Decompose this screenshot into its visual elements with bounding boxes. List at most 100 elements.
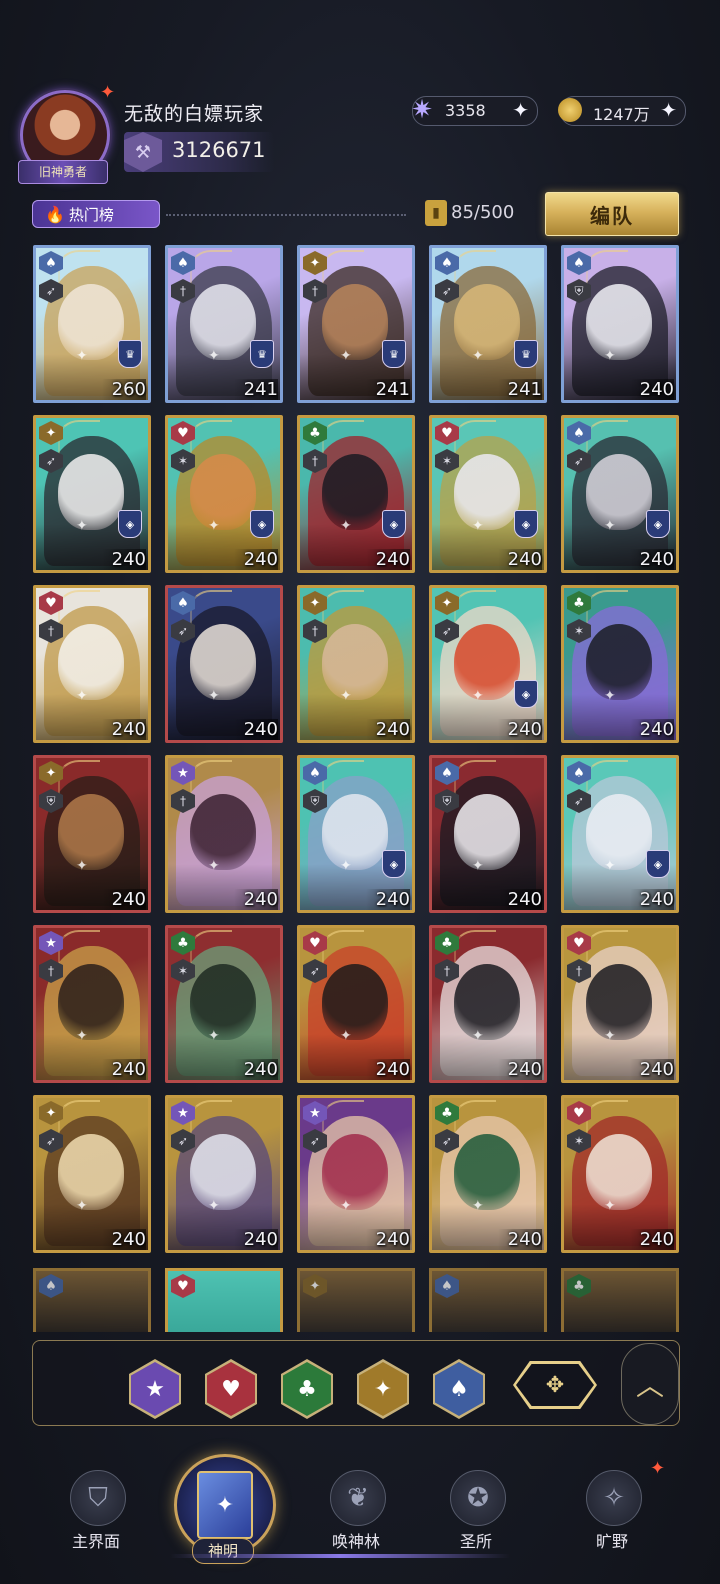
hero-card[interactable]: ✦ ♥ † 240 (33, 585, 151, 743)
sparkle-icon: ✦ (472, 858, 484, 874)
card-level: 240 (233, 549, 278, 570)
card-level: 240 (233, 1229, 278, 1250)
hero-card[interactable]: ✦ ★ ➶ 240 (297, 1095, 415, 1253)
hero-card[interactable]: ✦ ♠ ➶ ♛ 241 (429, 245, 547, 403)
hero-portrait (454, 454, 520, 530)
hero-card[interactable]: ✦ ★ † 240 (165, 755, 283, 913)
player-avatar[interactable]: 旧神勇者 ✦ (14, 82, 115, 186)
sparkle-icon: ✦ (208, 518, 220, 534)
hero-card[interactable]: ✦ ♣ ✶ 240 (165, 925, 283, 1083)
hero-card[interactable]: ✦ ♠ ⛨ ◈ 240 (297, 755, 415, 913)
hero-portrait (190, 454, 256, 530)
nav-wilderness[interactable]: ✧ 旷野 (552, 1464, 672, 1564)
hero-card[interactable]: ✦ ♠ ➶ ♛ 260 (33, 245, 151, 403)
hero-card-partial[interactable]: ✦ (297, 1268, 415, 1332)
add-crystal-button[interactable]: ✦ (512, 98, 529, 122)
sparkle-icon: ✦ (472, 1198, 484, 1214)
shield-rank-icon: ◈ (646, 510, 670, 538)
sunburst-ornament (454, 760, 496, 796)
team-formation-button[interactable]: 编队 (545, 192, 679, 236)
sparkle-icon: ✦ (76, 858, 88, 874)
hero-card-partial[interactable]: ♣ (561, 1268, 679, 1332)
hero-card[interactable]: ✦ ♠ ⛨ 240 (561, 245, 679, 403)
power-value: 3126671 (172, 138, 266, 162)
hero-card[interactable]: ✦ ★ ➶ 240 (165, 1095, 283, 1253)
add-gold-button[interactable]: ✦ (660, 98, 677, 122)
hero-card[interactable]: ✦ ♠ ➶ ◈ 240 (561, 415, 679, 573)
club-suit-icon: ♣ (567, 1274, 591, 1298)
sunburst-ornament (58, 250, 100, 286)
hero-card[interactable]: ✦ ♣ ➶ 240 (429, 1095, 547, 1253)
hero-card[interactable]: ✦ ♠ † ♛ 241 (165, 245, 283, 403)
card-level: 241 (233, 379, 278, 400)
sparkle-icon: ✦ (208, 1028, 220, 1044)
sparkle-icon: ✦ (76, 1028, 88, 1044)
diamond-suit-icon: ✦ (303, 1274, 327, 1298)
hero-card[interactable]: ✦ ♥ † 240 (561, 925, 679, 1083)
sparkle-icon: ✦ (472, 518, 484, 534)
hero-portrait (58, 1134, 124, 1210)
sparkle-icon: ✦ (76, 518, 88, 534)
hero-card[interactable]: ✦ ♥ ✶ ◈ 240 (165, 415, 283, 573)
sparkle-icon: ✦ (76, 1198, 88, 1214)
hero-card[interactable]: ✦ ♥ ✶ ◈ 240 (429, 415, 547, 573)
sparkle-icon: ✦ (340, 1198, 352, 1214)
notification-spark-icon: ✦ (650, 1458, 666, 1479)
sparkle-icon: ✦ (340, 518, 352, 534)
hero-card[interactable]: ✦ ✦ † ♛ 241 (297, 245, 415, 403)
sunburst-ornament (322, 590, 364, 626)
hero-card[interactable]: ✦ ✦ ➶ ◈ 240 (33, 415, 151, 573)
sparkle-icon: ✦ (604, 1028, 616, 1044)
hero-card[interactable]: ✦ ♠ ⛨ 240 (429, 755, 547, 913)
filter-all-button[interactable]: ✥ (513, 1361, 597, 1409)
collapse-toggle-button[interactable]: ︿ (621, 1343, 679, 1425)
sunburst-ornament (454, 420, 496, 456)
sparkle-icon: ✦ (472, 1028, 484, 1044)
main-emblem-icon: ⛉ (70, 1470, 126, 1526)
sparkle-icon: ✦ (340, 688, 352, 704)
hero-card[interactable]: ✦ ♣ ✶ 240 (561, 585, 679, 743)
crystal-value: 3358 (445, 101, 486, 120)
crystal-resource[interactable]: ✷ 3358 ✦ (411, 95, 538, 126)
nav-sanctuary[interactable]: ✪ 圣所 (416, 1464, 536, 1564)
sunburst-ornament (586, 250, 628, 286)
sunburst-ornament (190, 420, 232, 456)
hero-card[interactable]: ✦ ✦ ⛨ 240 (33, 755, 151, 913)
hero-card[interactable]: ✦ ♠ ➶ ◈ 240 (561, 755, 679, 913)
chevron-up-icon: ︿ (635, 1369, 664, 1402)
hero-card[interactable]: ✦ ★ † 240 (33, 925, 151, 1083)
sparkle-icon: ✦ (604, 858, 616, 874)
avatar-title-badge: 旧神勇者 (18, 160, 108, 184)
hero-portrait (322, 284, 388, 360)
gold-resource[interactable]: 1247万 ✦ (558, 96, 686, 126)
hero-card[interactable]: ✦ ♠ ➶ 240 (165, 585, 283, 743)
hero-card[interactable]: ✦ ✦ † 240 (297, 585, 415, 743)
hero-portrait (454, 794, 520, 870)
hero-portrait (58, 624, 124, 700)
hero-card[interactable]: ✦ ♣ † 240 (429, 925, 547, 1083)
hero-portrait (586, 454, 652, 530)
hot-ranking-tab[interactable]: 🔥 热门榜 (32, 200, 160, 228)
hero-card[interactable]: ✦ ✦ ➶ ◈ 240 (429, 585, 547, 743)
hero-card[interactable]: ✦ ♥ ➶ 240 (297, 925, 415, 1083)
sunburst-ornament (190, 760, 232, 796)
sparkle-icon: ✦ (208, 858, 220, 874)
sunburst-ornament (454, 1100, 496, 1136)
card-level: 240 (233, 719, 278, 740)
nav-main[interactable]: ⛉ 主界面 (36, 1464, 156, 1564)
hero-card[interactable]: ✦ ✦ ➶ 240 (33, 1095, 151, 1253)
gold-value: 1247万 (593, 105, 650, 124)
hero-card-partial[interactable]: ♥ (165, 1268, 283, 1332)
sunburst-ornament (190, 930, 232, 966)
nav-summon-forest[interactable]: ❦ 唤神林 (296, 1464, 416, 1564)
hero-card[interactable]: ✦ ♥ ✶ 240 (561, 1095, 679, 1253)
sunburst-ornament (454, 590, 496, 626)
hero-card[interactable]: ✦ ♣ † ◈ 240 (297, 415, 415, 573)
hero-card-partial[interactable]: ♠ (429, 1268, 547, 1332)
sunburst-ornament (586, 760, 628, 796)
shield-rank-icon: ◈ (646, 850, 670, 878)
hero-card-partial[interactable]: ♠ (33, 1268, 151, 1332)
sanctuary-icon: ✪ (450, 1470, 506, 1526)
hero-portrait (322, 454, 388, 530)
card-book-icon: ✦ (197, 1471, 253, 1539)
